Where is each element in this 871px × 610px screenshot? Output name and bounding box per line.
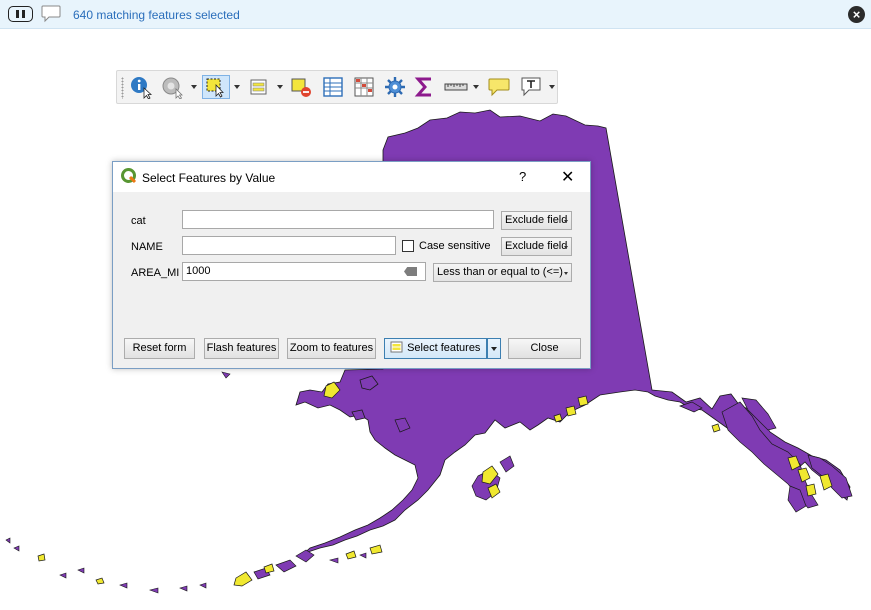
measure-dropdown-icon[interactable] bbox=[473, 85, 479, 89]
measure-line-icon bbox=[444, 83, 468, 91]
help-button[interactable]: ? bbox=[519, 169, 526, 184]
toolbox-gear-icon bbox=[385, 77, 405, 97]
deselect-features-icon bbox=[291, 78, 311, 97]
flash-features-button[interactable]: Flash features bbox=[204, 338, 279, 359]
cat-operator-select[interactable]: Exclude field bbox=[501, 211, 572, 230]
toolbar-grip[interactable] bbox=[121, 77, 124, 99]
field-label-area-mi: AREA_MI bbox=[131, 267, 180, 279]
reset-form-button[interactable]: Reset form bbox=[124, 338, 195, 359]
text-annotation-button[interactable] bbox=[517, 75, 545, 99]
message-bubble-icon[interactable] bbox=[40, 4, 62, 24]
deselect-features-button[interactable] bbox=[287, 75, 315, 99]
attribute-table-icon bbox=[323, 77, 343, 97]
close-button[interactable]: Close bbox=[508, 338, 581, 359]
cat-operator-label: Exclude field bbox=[505, 214, 568, 226]
case-sensitive-checkbox[interactable] bbox=[402, 240, 414, 252]
map-tips-icon bbox=[488, 78, 510, 97]
map-tips-button[interactable] bbox=[485, 75, 513, 99]
field-label-name: NAME bbox=[131, 241, 163, 253]
field-calculator-button[interactable] bbox=[350, 75, 378, 99]
southeast-panhandle bbox=[721, 397, 853, 513]
area-mi-operator-label: Less than or equal to (<=) bbox=[437, 266, 563, 278]
attribute-table-button[interactable] bbox=[319, 75, 347, 99]
select-by-value-icon bbox=[250, 79, 267, 95]
select-by-value-dropdown-icon[interactable] bbox=[277, 85, 283, 89]
select-features-button[interactable] bbox=[202, 75, 230, 99]
zoom-to-features-button[interactable]: Zoom to features bbox=[287, 338, 376, 359]
attributes-toolbar bbox=[116, 70, 558, 104]
case-sensitive-label: Case sensitive bbox=[419, 240, 491, 252]
text-annotation-icon bbox=[521, 77, 541, 97]
select-features-dropdown-icon[interactable] bbox=[234, 85, 240, 89]
select-features-button-icon bbox=[390, 341, 403, 353]
identify-features-button[interactable] bbox=[127, 75, 155, 99]
run-action-icon bbox=[162, 77, 183, 99]
area-mi-operator-select[interactable]: Less than or equal to (<=) bbox=[433, 263, 572, 282]
select-by-value-button[interactable] bbox=[245, 75, 273, 99]
close-message-icon[interactable]: × bbox=[848, 6, 865, 23]
area-mi-value-field[interactable]: 1000 bbox=[182, 262, 426, 281]
select-features-icon bbox=[206, 78, 224, 98]
name-value-field[interactable] bbox=[182, 236, 396, 255]
statistical-summary-button[interactable] bbox=[412, 75, 438, 99]
name-operator-select[interactable]: Exclude field bbox=[501, 237, 572, 256]
toolbox-button[interactable] bbox=[381, 75, 409, 99]
select-features-split-button[interactable]: Select features bbox=[384, 338, 487, 359]
aleutian-chain bbox=[253, 549, 315, 580]
name-operator-label: Exclude field bbox=[505, 240, 568, 252]
measure-line-button[interactable] bbox=[442, 75, 470, 99]
field-label-cat: cat bbox=[131, 215, 146, 227]
run-action-button[interactable] bbox=[159, 75, 185, 99]
dialog-close-button[interactable]: ✕ bbox=[561, 167, 574, 187]
select-dropdown-caret-icon bbox=[491, 347, 497, 351]
annotation-dropdown-icon[interactable] bbox=[549, 85, 555, 89]
select-by-value-dialog: Select Features by Value ? ✕ cat Exclude… bbox=[112, 161, 591, 369]
field-calculator-icon bbox=[354, 77, 374, 97]
dialog-titlebar: Select Features by Value ? ✕ bbox=[113, 162, 590, 192]
message-text: 640 matching features selected bbox=[73, 8, 240, 22]
dialog-title: Select Features by Value bbox=[142, 171, 276, 185]
qgis-logo-icon bbox=[121, 168, 137, 184]
statistical-summary-icon bbox=[414, 77, 431, 97]
select-features-button-label: Select features bbox=[407, 342, 481, 354]
select-features-dropdown[interactable] bbox=[487, 338, 501, 359]
area-mi-value-text: 1000 bbox=[186, 265, 211, 277]
identify-features-icon bbox=[131, 77, 153, 99]
cat-value-field[interactable] bbox=[182, 210, 494, 229]
pause-icon[interactable] bbox=[8, 6, 33, 22]
run-action-dropdown-icon[interactable] bbox=[191, 85, 197, 89]
message-bar: 640 matching features selected × bbox=[0, 0, 871, 29]
